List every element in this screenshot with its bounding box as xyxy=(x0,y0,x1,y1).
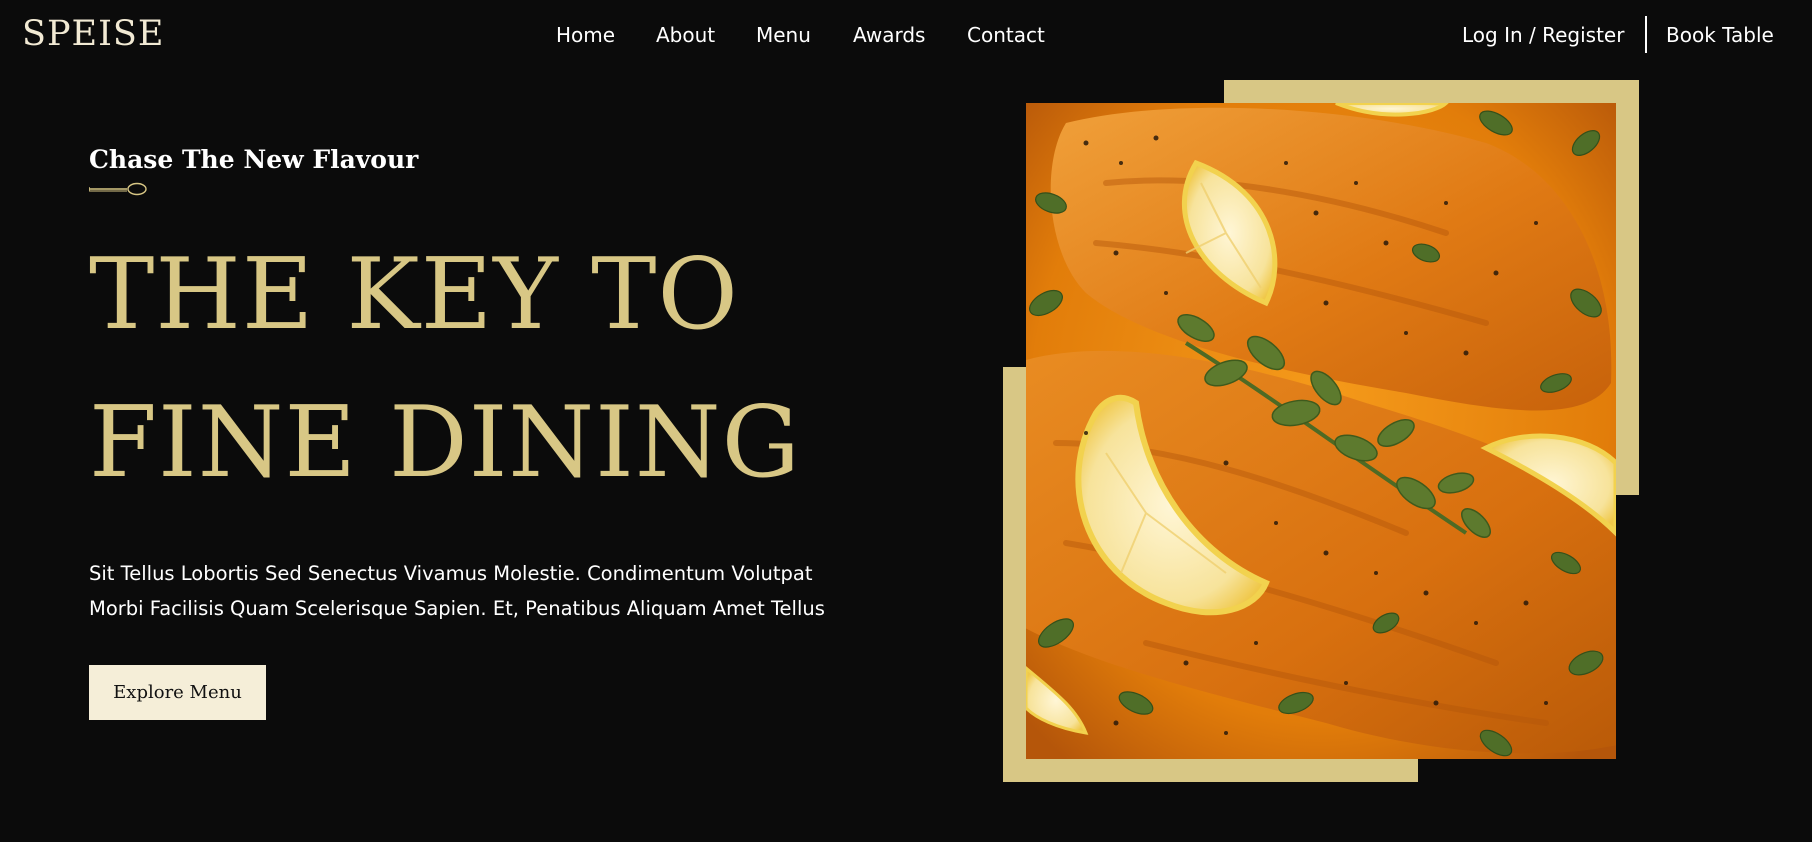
hero-food-image xyxy=(1026,103,1616,759)
hero-description-line2: Morbi Facilisis Quam Scelerisque Sapien.… xyxy=(89,597,825,620)
login-register-link[interactable]: Log In / Register xyxy=(1462,20,1624,50)
hero-headline-line1: THE KEY TO xyxy=(89,238,739,352)
spoon-icon xyxy=(89,182,147,196)
nav-contact-link[interactable]: Contact xyxy=(967,20,1045,50)
hero-headline-line2: FINE DINING xyxy=(89,386,801,500)
nav-menu-link[interactable]: Menu xyxy=(756,20,811,50)
hero-description: Sit Tellus Lobortis Sed Senectus Vivamus… xyxy=(89,556,869,626)
nav-about-link[interactable]: About xyxy=(656,20,715,50)
book-table-link[interactable]: Book Table xyxy=(1666,20,1774,50)
hero-tagline: Chase The New Flavour xyxy=(89,145,419,174)
hero-description-line1: Sit Tellus Lobortis Sed Senectus Vivamus… xyxy=(89,562,813,585)
nav-awards-link[interactable]: Awards xyxy=(853,20,925,50)
nav-home-link[interactable]: Home xyxy=(556,20,615,50)
nav-divider xyxy=(1645,16,1647,53)
explore-menu-button[interactable]: Explore Menu xyxy=(89,665,266,720)
main-nav: Home About Menu Awards Contact Log In / … xyxy=(0,20,1812,50)
